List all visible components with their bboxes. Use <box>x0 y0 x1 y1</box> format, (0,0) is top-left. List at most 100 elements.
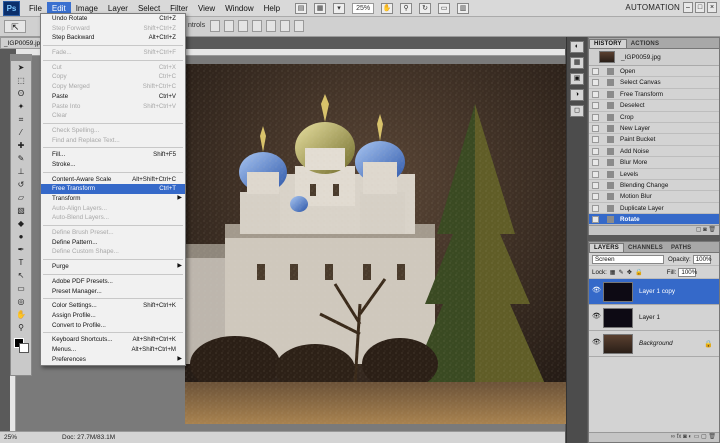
adjustment-layer-icon[interactable]: ◐ <box>688 434 692 440</box>
eraser-tool-icon[interactable]: ▱ <box>14 193 28 204</box>
menu-item-copy[interactable]: Copy Ctrl+C <box>41 72 185 82</box>
history-state[interactable]: Paint Bucket <box>589 134 719 146</box>
history-state[interactable]: Add Noise <box>589 146 719 158</box>
history-snapshot[interactable]: _IGP0059.jpg <box>589 49 719 66</box>
new-layer-icon[interactable]: ▢ <box>701 434 707 440</box>
rotate-view-icon[interactable]: ↻ <box>419 2 432 14</box>
pen-tool-icon[interactable]: ✒ <box>14 245 28 256</box>
history-state[interactable]: Open <box>589 66 719 78</box>
menu-item-assign-profile[interactable]: Assign Profile... <box>41 311 185 321</box>
marquee-tool-icon[interactable]: ⬚ <box>14 76 28 87</box>
align-vcenter-icon[interactable] <box>224 20 234 32</box>
eyedropper-tool-icon[interactable]: ⁄ <box>14 128 28 139</box>
align-top-icon[interactable] <box>210 20 220 32</box>
menu-help[interactable]: Help <box>259 2 285 15</box>
menu-item-define-pattern[interactable]: Define Pattern... <box>41 238 185 248</box>
menu-view[interactable]: View <box>193 2 220 15</box>
dodge-tool-icon[interactable]: ● <box>14 232 28 243</box>
layer-row[interactable]: 👁 Layer 1 <box>589 305 719 331</box>
menu-item-auto-blend-layers[interactable]: Auto-Blend Layers... <box>41 213 185 223</box>
gradient-tool-icon[interactable]: ▧ <box>14 206 28 217</box>
lock-position-icon[interactable]: ✥ <box>627 269 632 276</box>
zoom-tool-icon[interactable]: ⚲ <box>400 2 413 14</box>
masks-panel-icon[interactable]: ◻ <box>570 105 584 117</box>
history-state[interactable]: Rotate <box>589 214 719 226</box>
menu-item-color-settings[interactable]: Color Settings... Shift+Ctrl+K <box>41 301 185 311</box>
menu-item-define-brush-preset[interactable]: Define Brush Preset... <box>41 228 185 238</box>
history-state[interactable]: Motion Blur <box>589 191 719 203</box>
lock-transparent-icon[interactable]: ▦ <box>610 269 616 276</box>
menu-item-preset-manager[interactable]: Preset Manager... <box>41 287 185 297</box>
align-left-icon[interactable] <box>252 20 262 32</box>
history-brush-tool-icon[interactable]: ↺ <box>14 180 28 191</box>
history-source-checkbox[interactable] <box>592 79 599 87</box>
lasso-tool-icon[interactable]: ʘ <box>14 89 28 100</box>
lock-image-icon[interactable]: ✎ <box>619 269 624 276</box>
align-right-icon[interactable] <box>280 20 290 32</box>
hand-tool-icon[interactable]: ✋ <box>381 2 394 14</box>
layer-style-icon[interactable]: fx <box>677 434 682 440</box>
menu-item-copy-merged[interactable]: Copy Merged Shift+Ctrl+C <box>41 82 185 92</box>
menu-item-menus[interactable]: Menus... Alt+Shift+Ctrl+M <box>41 345 185 355</box>
hand-tool-icon[interactable]: ✋ <box>14 310 28 321</box>
menu-item-transform[interactable]: Transform ▶ <box>41 194 185 204</box>
screen-mode-icon[interactable]: ▭ <box>438 2 451 14</box>
visibility-eye-icon[interactable]: 👁 <box>592 287 601 295</box>
layer-name[interactable]: Layer 1 copy <box>639 288 675 295</box>
history-state[interactable]: Duplicate Layer <box>589 203 719 215</box>
history-state[interactable]: New Layer <box>589 123 719 135</box>
layer-row[interactable]: 👁 Layer 1 copy <box>589 279 719 305</box>
menu-item-adobe-pdf-presets[interactable]: Adobe PDF Presets... <box>41 277 185 287</box>
trash-icon[interactable]: 🗑 <box>708 227 716 233</box>
history-source-checkbox[interactable] <box>592 204 599 212</box>
maximize-button[interactable]: □ <box>695 2 705 13</box>
minimize-button[interactable]: – <box>683 2 693 13</box>
zoom-tool-icon[interactable]: ⚲ <box>14 323 28 334</box>
menu-item-preferences[interactable]: Preferences ▶ <box>41 355 185 365</box>
menu-item-find-and-replace-text[interactable]: Find and Replace Text... <box>41 136 185 146</box>
history-state[interactable]: Blending Change <box>589 180 719 192</box>
tab-layers[interactable]: LAYERS <box>589 243 624 252</box>
workspace-switcher[interactable]: AUTOMATION <box>625 3 680 12</box>
history-source-checkbox[interactable] <box>592 102 599 110</box>
layer-name[interactable]: Layer 1 <box>639 314 660 321</box>
history-source-checkbox[interactable] <box>592 90 599 98</box>
menu-item-auto-align-layers[interactable]: Auto-Align Layers... <box>41 204 185 214</box>
visibility-eye-icon[interactable]: 👁 <box>592 313 601 321</box>
history-state[interactable]: Blur More <box>589 157 719 169</box>
menu-item-check-spelling[interactable]: Check Spelling... <box>41 126 185 136</box>
menu-item-undo-rotate[interactable]: Undo Rotate Ctrl+Z <box>41 14 185 24</box>
history-source-checkbox[interactable] <box>592 181 599 189</box>
layer-mask-icon[interactable]: ◙ <box>683 434 687 440</box>
menu-item-fade[interactable]: Fade... Shift+Ctrl+F <box>41 48 185 58</box>
arrange-documents-icon[interactable]: ▥ <box>457 2 470 14</box>
distribute-icon[interactable] <box>294 20 304 32</box>
styles-panel-icon[interactable]: ▣ <box>570 73 584 85</box>
history-source-checkbox[interactable] <box>592 159 599 167</box>
history-source-checkbox[interactable] <box>592 68 599 75</box>
adjustments-panel-icon[interactable]: ◑ <box>570 89 584 101</box>
history-source-checkbox[interactable] <box>592 216 599 224</box>
blend-mode-select[interactable]: Screen <box>592 254 664 264</box>
blur-tool-icon[interactable]: ◆ <box>14 219 28 230</box>
move-tool-icon[interactable]: ➤ <box>14 63 28 74</box>
new-group-icon[interactable]: ▭ <box>694 434 700 440</box>
mini-bridge-icon[interactable]: ▦ <box>314 2 327 14</box>
link-layers-icon[interactable]: ∞ <box>671 434 675 440</box>
history-state[interactable]: Crop <box>589 112 719 123</box>
menu-item-keyboard-shortcuts[interactable]: Keyboard Shortcuts... Alt+Shift+Ctrl+K <box>41 335 185 345</box>
brush-tool-icon[interactable]: ✎ <box>14 154 28 165</box>
layer-row[interactable]: 👁 Background 🔒 <box>589 331 719 357</box>
menu-item-paste[interactable]: Paste Ctrl+V <box>41 92 185 102</box>
menu-item-cut[interactable]: Cut Ctrl+X <box>41 63 185 73</box>
menu-item-fill[interactable]: Fill... Shift+F5 <box>41 150 185 160</box>
tab-channels[interactable]: CHANNELS <box>624 244 667 252</box>
history-state[interactable]: Select Canvas <box>589 77 719 89</box>
swatches-panel-icon[interactable]: ▦ <box>570 57 584 69</box>
visibility-eye-icon[interactable]: 👁 <box>592 339 601 347</box>
history-source-checkbox[interactable] <box>592 124 599 132</box>
menu-item-step-forward[interactable]: Step Forward Shift+Ctrl+Z <box>41 24 185 34</box>
align-bottom-icon[interactable] <box>238 20 248 32</box>
layer-name[interactable]: Background <box>639 340 673 347</box>
menu-item-free-transform[interactable]: Free Transform Ctrl+T <box>41 184 185 194</box>
